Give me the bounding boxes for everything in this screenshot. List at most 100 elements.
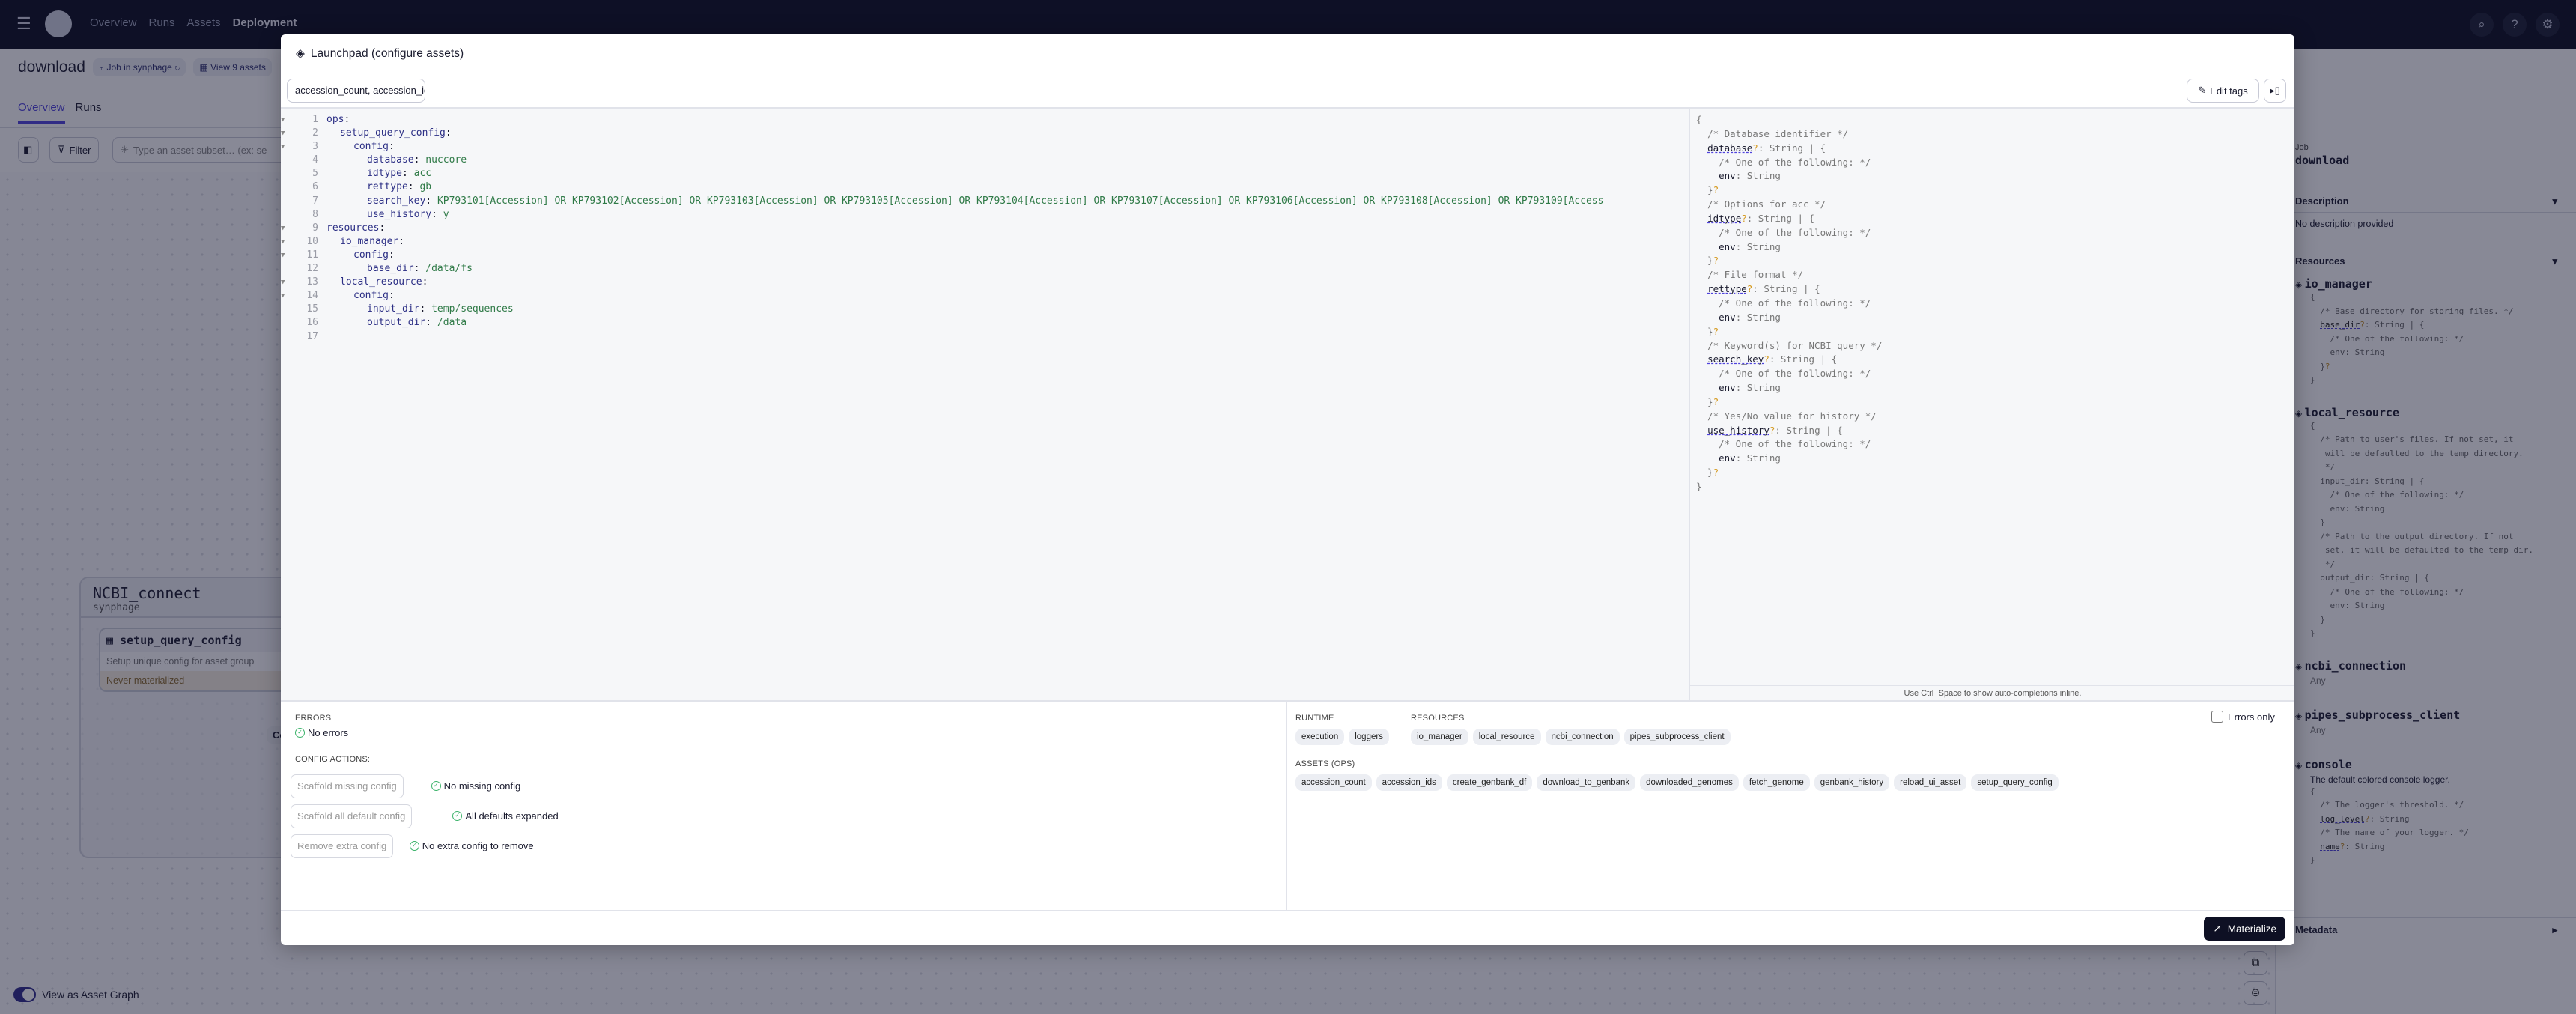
code-line[interactable]: 17 [281,330,1689,344]
schema-token: /* Database identifier */ [1707,127,1849,139]
schema-line: database?: String | { [1696,142,1882,156]
tag-assets[interactable]: accession_ids [1376,774,1442,791]
asset-selection-input[interactable]: accession_count, accession_ids [287,79,425,103]
tag-runtime[interactable]: loggers [1349,729,1389,745]
errors-status: No errors [308,727,349,738]
checkbox[interactable] [2211,711,2223,723]
schema-token: : String [1735,382,1781,394]
config-action-button[interactable]: Scaffold missing config [291,774,404,798]
code-text: database: nuccore [367,154,467,166]
schema-line: }? [1696,467,1719,479]
schema-token: /* One of the following: */ [1719,368,1871,380]
schema-line: /* Database identifier */ [1696,127,1882,142]
tag-assets[interactable]: download_to_genbank [1537,774,1636,791]
config-action-status-text: No extra config to remove [422,840,534,851]
yaml-key: output_dir [367,317,426,329]
yaml-key: config [353,249,389,261]
tag-assets[interactable]: accession_count [1295,774,1372,791]
config-action-status: ✓ All defaults expanded [452,810,559,822]
code-line[interactable]: 16 output_dir: /data [281,316,1689,330]
schema-line: }? [1696,395,1719,407]
config-action-button[interactable]: Scaffold all default config [291,804,413,828]
edit-tags-label: Edit tags [2210,85,2248,97]
code-line[interactable]: 7 search_key: KP793101[Accession] OR KP79… [281,195,1689,208]
code-text: config: [353,249,401,261]
code-text: base_dir: /data/fs [367,263,473,275]
assets-label: ASSETS (OPS) [1295,759,1355,768]
config-action-status: ✓ No missing config [431,780,520,792]
code-text: input_dir: temp/sequences [367,303,514,315]
code-line[interactable]: 6 rettype: gb [281,180,1689,194]
code-line[interactable]: 8 use_history: y [281,208,1689,222]
schema-line: env: String [1696,452,1882,466]
code-line[interactable]: 5 idtype: acc [281,167,1689,180]
tag-assets[interactable]: reload_ui_asset [1894,774,1967,791]
code-line[interactable]: ▼ 11 config: [281,249,1689,262]
code-line[interactable]: ▼ 1 ops: [281,113,1689,127]
schema-token: env [1719,240,1736,252]
schema-token: ? [1713,467,1719,479]
line-number: 4 [312,154,318,166]
config-schema-panel: { /* Database identifier */ database?: S… [1689,109,2294,700]
tag-resources[interactable]: ncbi_connection [1545,729,1620,745]
code-line[interactable]: ▼ 14 config: [281,289,1689,303]
yaml-value: /data/fs [425,263,473,275]
schema-field-name: idtype [1707,212,1742,224]
code-text: config: [353,141,401,153]
yaml-key: base_dir [367,263,414,275]
code-text: setup_query_config: [340,127,458,139]
schema-token: env [1719,311,1736,323]
tag-resources[interactable]: local_resource [1472,729,1541,745]
errors-only-checkbox[interactable]: Errors only [2211,711,2275,723]
schema-line: search_key?: String | { [1696,353,1882,367]
code-line[interactable]: ▼ 13 local_resource: [281,276,1689,289]
tag-resources[interactable]: io_manager [1411,729,1468,745]
code-line[interactable]: ▼ 3 config: [281,140,1689,154]
config-action-button[interactable]: Remove extra config [291,834,394,858]
code-text: search_key: KP793101[Accession] OR KP793… [367,195,1604,207]
schema-line: idtype?: String | { [1696,212,1882,226]
fold-arrow-icon[interactable]: ▼ [281,249,288,262]
code-line[interactable]: ▼ 2 setup_query_config: [281,127,1689,140]
fold-arrow-icon[interactable]: ▼ [281,113,288,127]
fold-arrow-icon[interactable]: ▼ [281,289,288,303]
code-text: rettype: gb [367,181,432,193]
edit-tags-button[interactable]: ✎ Edit tags [2187,79,2259,103]
schema-line: /* File format */ [1696,268,1882,282]
tag-runtime[interactable]: execution [1295,729,1345,745]
tag-assets[interactable]: downloaded_genomes [1640,774,1739,791]
tag-assets[interactable]: fetch_genome [1743,774,1810,791]
fold-arrow-icon[interactable]: ▼ [281,140,288,154]
config-action-status: ✓ No extra config to remove [409,840,534,851]
line-number: 11 [306,249,318,261]
tag-assets[interactable]: genbank_history [1814,774,1890,791]
code-line[interactable]: 12 base_dir: /data/fs [281,262,1689,276]
yaml-value: /data [437,317,467,329]
fold-arrow-icon[interactable]: ▼ [281,222,288,235]
line-number: 13 [306,276,318,288]
external-link-icon: ↗ [2213,923,2222,934]
yaml-key: input_dir [367,303,420,315]
toggle-schema-panel-button[interactable]: ▸▯ [2264,79,2286,103]
tag-assets[interactable]: create_genbank_df [1446,774,1533,791]
schema-token: /* One of the following: */ [1719,226,1871,238]
fold-arrow-icon[interactable]: ▼ [281,276,288,289]
fold-arrow-icon[interactable]: ▼ [281,127,288,140]
fold-arrow-icon[interactable]: ▼ [281,235,288,249]
tag-resources[interactable]: pipes_subprocess_client [1623,729,1731,745]
code-line[interactable]: ▼ 9 resources: [281,222,1689,235]
code-line[interactable]: 15 input_dir: temp/sequences [281,303,1689,316]
schema-line: /* One of the following: */ [1696,437,1882,452]
materialize-button[interactable]: ↗ Materialize [2204,917,2285,941]
code-text: resources: [326,222,392,234]
line-number: 5 [312,168,318,180]
code-line[interactable]: 4 database: nuccore [281,154,1689,167]
yaml-key: setup_query_config [340,127,446,139]
yaml-key: config [353,141,389,153]
config-editor[interactable]: ▼ 1 ops: ▼ 2 setup_query_config: ▼ 3 config: 4… [281,109,1689,700]
schema-token: ? [1741,212,1747,224]
tag-assets[interactable]: setup_query_config [1971,774,2059,791]
code-line[interactable]: ▼ 10 io_manager: [281,235,1689,249]
schema-line: /* One of the following: */ [1696,367,1882,381]
schema-token: /* One of the following: */ [1719,156,1871,168]
